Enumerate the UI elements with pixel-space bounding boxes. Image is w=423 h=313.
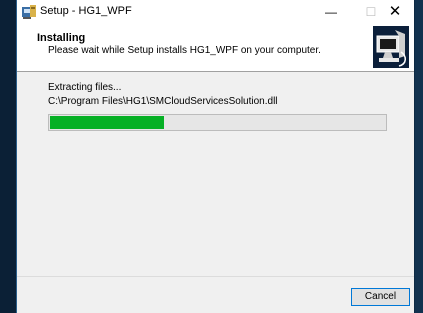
- install-progress-bar: [48, 114, 387, 131]
- desktop-background-left: [0, 0, 16, 313]
- status-text: Extracting files...: [48, 82, 122, 93]
- setup-app-icon: [22, 5, 36, 19]
- page-subtitle: Please wait while Setup installs HG1_WPF…: [48, 45, 321, 56]
- setup-window: Setup - HG1_WPF — ☐ ✕ Installing Please …: [16, 0, 414, 313]
- window-title: Setup - HG1_WPF: [40, 5, 132, 17]
- cancel-button[interactable]: Cancel: [351, 288, 410, 306]
- current-file-path: C:\Program Files\HG1\SMCloudServicesSolu…: [48, 96, 278, 107]
- close-button[interactable]: ✕: [375, 0, 415, 24]
- minimize-button[interactable]: —: [311, 0, 351, 24]
- setup-computer-icon: [373, 26, 409, 68]
- progress-fill: [50, 116, 164, 129]
- footer-divider: [17, 276, 414, 277]
- title-bar[interactable]: Setup - HG1_WPF — ☐ ✕: [17, 0, 414, 24]
- page-title: Installing: [37, 32, 86, 44]
- wizard-header: Installing Please wait while Setup insta…: [17, 24, 414, 72]
- desktop-background-right: [415, 0, 423, 313]
